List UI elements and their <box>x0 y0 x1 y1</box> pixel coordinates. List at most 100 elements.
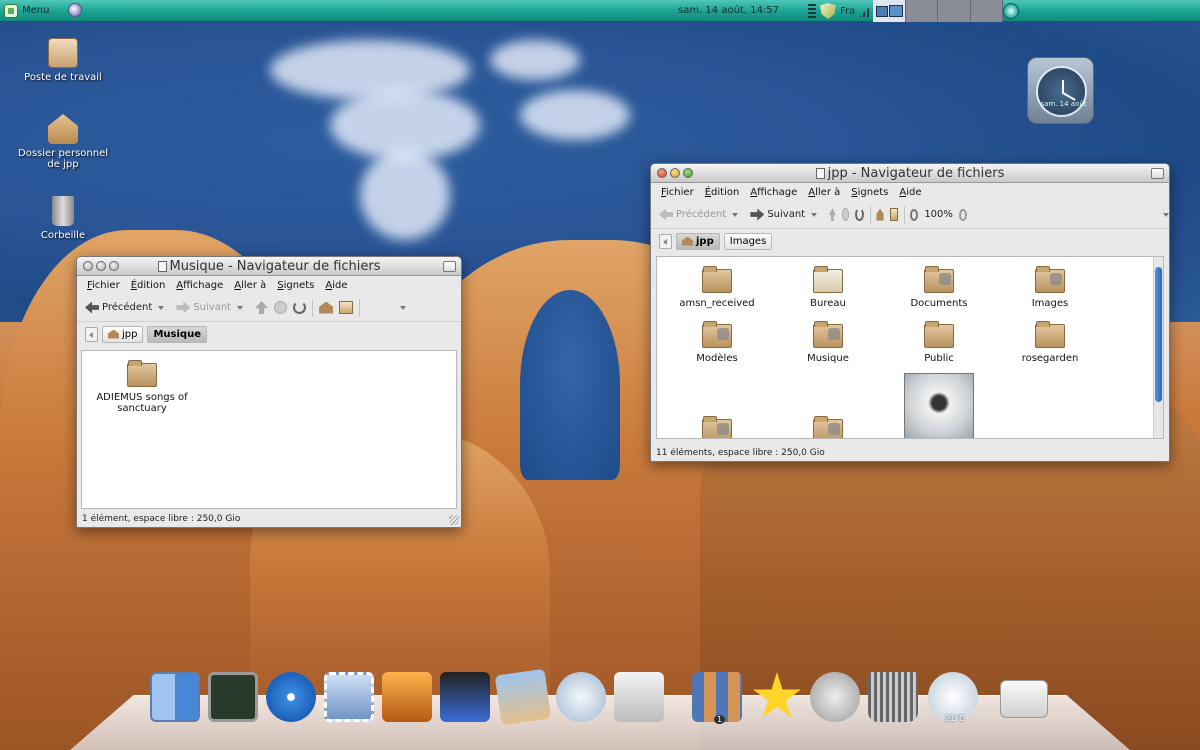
workspace-4[interactable] <box>970 0 1003 22</box>
desktop-icon-computer[interactable]: Poste de travail <box>17 38 109 83</box>
maximize-button[interactable] <box>109 261 119 271</box>
keyboard-layout[interactable]: Fra <box>840 6 855 17</box>
vertical-scrollbar[interactable] <box>1153 257 1163 438</box>
mail-icon[interactable] <box>556 672 606 722</box>
stop-icon[interactable] <box>841 208 850 221</box>
folder-item[interactable]: amsn_received <box>662 266 772 309</box>
computer-icon[interactable] <box>889 208 898 221</box>
minimize-button[interactable] <box>670 168 680 178</box>
chevron-down-icon[interactable] <box>400 305 407 310</box>
close-button[interactable] <box>83 261 93 271</box>
computer-icon[interactable] <box>339 301 354 314</box>
menu-affichage[interactable]: Affichage <box>176 280 223 291</box>
back-button[interactable]: Précédent <box>85 301 152 314</box>
workspace-2[interactable] <box>905 0 938 22</box>
menu-edition[interactable]: Édition <box>705 187 740 198</box>
switch-icon[interactable] <box>1000 680 1048 718</box>
tray-handle-icon <box>808 4 816 18</box>
workspace-3[interactable] <box>938 0 971 22</box>
back-button[interactable]: Précédent <box>659 208 726 221</box>
safari-icon[interactable] <box>266 672 316 722</box>
file-view[interactable]: amsn_received Bureau Documents Images Mo… <box>656 256 1164 439</box>
reload-icon[interactable] <box>855 208 864 221</box>
up-arrow-icon[interactable] <box>255 301 269 314</box>
network-signal-icon[interactable] <box>859 5 872 17</box>
folder-item[interactable]: Musique <box>773 321 883 364</box>
at-mail-icon[interactable] <box>810 672 860 722</box>
window-title: jpp - Navigateur de fichiers <box>827 165 1005 181</box>
stop-icon[interactable] <box>274 301 288 314</box>
folder-item[interactable] <box>773 416 883 438</box>
breadcrumb-jpp[interactable]: jpp <box>102 325 144 343</box>
menu-signets[interactable]: Signets <box>277 280 314 291</box>
path-scroll-left-button[interactable] <box>659 233 672 249</box>
home-icon[interactable] <box>319 301 334 314</box>
activity-monitor-icon[interactable] <box>208 672 258 722</box>
minimize-button[interactable] <box>96 261 106 271</box>
folder-item[interactable]: Documents <box>884 266 994 309</box>
breadcrumb-jpp[interactable]: jpp <box>676 232 720 250</box>
folder-item[interactable]: Modèles <box>662 321 772 364</box>
zoom-level[interactable]: 100% <box>924 209 953 220</box>
forward-button[interactable]: Suivant <box>176 301 231 314</box>
main-menu-button[interactable]: Menu <box>0 0 49 22</box>
menu-signets[interactable]: Signets <box>851 187 888 198</box>
breadcrumb-musique[interactable]: Musique <box>147 325 207 343</box>
folder-item[interactable]: Bureau <box>773 266 883 309</box>
zoom-out-icon[interactable] <box>910 208 919 221</box>
workspace-1[interactable] <box>873 0 906 22</box>
maximize-button[interactable] <box>683 168 693 178</box>
menu-aide[interactable]: Aide <box>899 187 921 198</box>
update-shield-icon[interactable] <box>820 3 836 19</box>
iphoto-icon[interactable] <box>494 668 552 726</box>
photo-booth-icon[interactable] <box>382 672 432 722</box>
window-titlebar[interactable]: jpp - Navigateur de fichiers <box>651 164 1169 183</box>
finder-icon[interactable] <box>150 672 200 722</box>
power-icon[interactable] <box>1003 3 1019 19</box>
menubar: Fichier Édition Affichage Aller à Signet… <box>651 183 1169 201</box>
toaster-icon[interactable] <box>614 672 664 722</box>
chevron-down-icon[interactable] <box>158 305 165 310</box>
folder-item[interactable]: Public <box>884 321 994 364</box>
workspace-switcher[interactable] <box>873 0 1003 22</box>
chevron-down-icon[interactable] <box>1162 212 1169 217</box>
home-icon[interactable] <box>876 208 884 221</box>
trash-icon[interactable] <box>868 672 918 722</box>
reload-icon[interactable] <box>293 301 307 314</box>
resize-grip[interactable] <box>449 515 459 525</box>
launcher-icon[interactable] <box>68 3 82 17</box>
folder-item[interactable]: rosegarden <box>995 321 1105 364</box>
menu-aide[interactable]: Aide <box>325 280 347 291</box>
desktop-icon-trash[interactable]: Corbeille <box>17 196 109 241</box>
clock-widget[interactable]: sam. 14 août <box>1027 57 1094 124</box>
folder-item[interactable]: Images <box>995 266 1105 309</box>
panel-clock[interactable]: sam. 14 août, 14:57 <box>678 5 779 16</box>
image-file-item[interactable] <box>884 373 994 438</box>
menu-edition[interactable]: Édition <box>131 280 166 291</box>
folder-item[interactable]: ADIEMUS songs of sanctuary <box>87 360 197 414</box>
menu-fichier[interactable]: Fichier <box>87 280 120 291</box>
chevron-down-icon[interactable] <box>811 212 818 217</box>
menu-fichier[interactable]: Fichier <box>661 187 694 198</box>
up-arrow-icon[interactable] <box>829 208 836 221</box>
scroll-thumb[interactable] <box>1155 267 1162 402</box>
folder-icon <box>702 266 732 293</box>
chevron-down-icon[interactable] <box>732 212 739 217</box>
breadcrumb-images[interactable]: Images <box>723 232 773 250</box>
window-titlebar[interactable]: Musique - Navigateur de fichiers <box>77 257 461 276</box>
shade-button[interactable] <box>1151 168 1164 179</box>
path-scroll-left-button[interactable] <box>85 326 98 342</box>
close-button[interactable] <box>657 168 667 178</box>
menu-affichage[interactable]: Affichage <box>750 187 797 198</box>
forward-button[interactable]: Suivant <box>750 208 805 221</box>
zoom-in-icon[interactable] <box>958 208 967 221</box>
stamp-bird-icon[interactable] <box>324 672 374 722</box>
file-view[interactable]: ADIEMUS songs of sanctuary <box>81 350 457 509</box>
menu-aller[interactable]: Aller à <box>234 280 266 291</box>
menu-aller[interactable]: Aller à <box>808 187 840 198</box>
shade-button[interactable] <box>443 261 456 272</box>
chevron-down-icon[interactable] <box>237 305 244 310</box>
imovie-icon[interactable] <box>440 672 490 722</box>
folder-item[interactable] <box>662 416 772 438</box>
desktop-icon-home[interactable]: Dossier personnel de jpp <box>17 114 109 170</box>
